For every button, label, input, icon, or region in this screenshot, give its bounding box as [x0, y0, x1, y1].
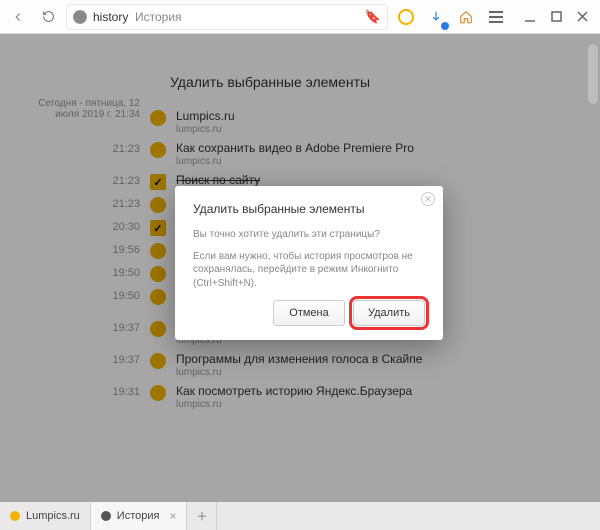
new-tab-button[interactable]: ＋: [187, 502, 217, 530]
tab-lumpics[interactable]: Lumpics.ru: [0, 502, 91, 530]
content-area: Удалить выбранные элементы Сегодня - пят…: [0, 34, 600, 502]
site-icon: [73, 10, 87, 24]
tab-bar: Lumpics.ru История × ＋: [0, 502, 600, 530]
address-bar[interactable]: history История 🔖: [66, 4, 388, 30]
yandex-icon[interactable]: [394, 5, 418, 29]
minimize-button[interactable]: [518, 5, 542, 29]
tab-label: Lumpics.ru: [26, 510, 80, 522]
tab-close-icon[interactable]: ×: [169, 509, 176, 523]
reload-button[interactable]: [36, 5, 60, 29]
favicon-icon: [101, 511, 111, 521]
browser-toolbar: history История 🔖: [0, 0, 600, 34]
cancel-button[interactable]: Отмена: [273, 300, 345, 326]
favicon-icon: [10, 511, 20, 521]
delete-button[interactable]: Удалить: [353, 300, 425, 326]
back-button[interactable]: [6, 5, 30, 29]
dialog-text-2: Если вам нужно, чтобы история просмотров…: [193, 250, 425, 291]
bookmark-icon[interactable]: 🔖: [365, 9, 381, 25]
maximize-button[interactable]: [544, 5, 568, 29]
menu-button[interactable]: [484, 5, 508, 29]
tab-label: История: [117, 510, 160, 522]
dialog-text-1: Вы точно хотите удалить эти страницы?: [193, 228, 425, 242]
dialog-title: Удалить выбранные элементы: [193, 202, 425, 216]
downloads-icon[interactable]: [424, 5, 448, 29]
tab-history[interactable]: История ×: [91, 502, 188, 530]
home-icon[interactable]: [454, 5, 478, 29]
address-text: history История: [93, 10, 182, 24]
close-window-button[interactable]: [570, 5, 594, 29]
scrollbar-thumb[interactable]: [588, 44, 598, 104]
confirm-dialog: ✕ Удалить выбранные элементы Вы точно хо…: [175, 186, 443, 340]
dialog-close-icon[interactable]: ✕: [421, 192, 435, 206]
